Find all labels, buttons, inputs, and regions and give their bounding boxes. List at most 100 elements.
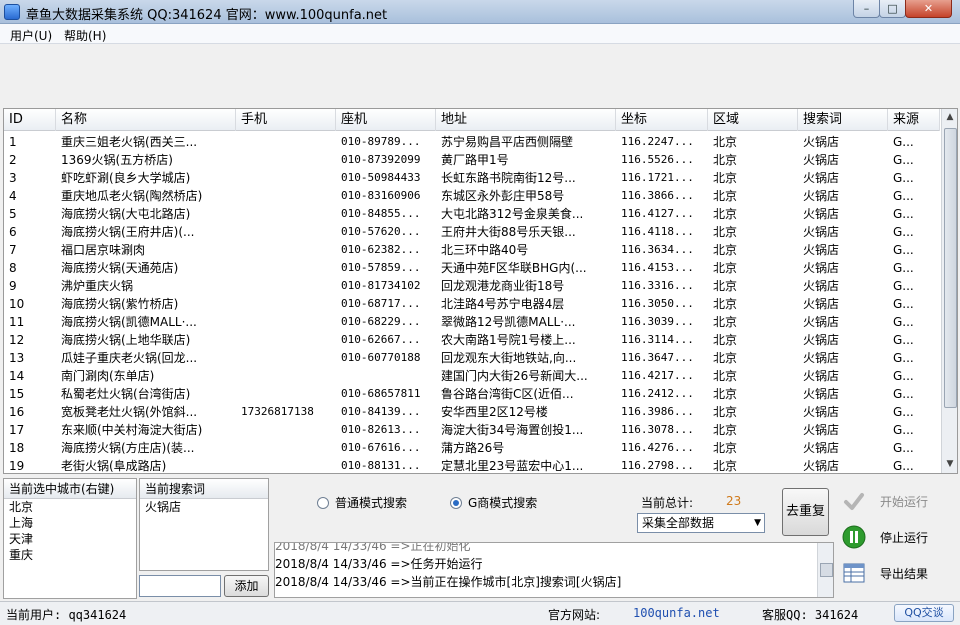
scroll-down-arrow-icon[interactable]: ▼ [942,456,957,473]
column-header[interactable]: 地址 [436,109,616,131]
close-button[interactable]: ✕ [905,0,952,18]
table-row[interactable]: 17 东来顺(中关村海淀大街店) 010-82613... 海淀大街34号海置创投1.… [4,421,940,439]
window-title: 章鱼大数据采集系统 QQ:341624 官网：www.100qunfa.net [26,8,388,23]
column-header[interactable]: 区域 [708,109,798,131]
table-cell: 116.4118... [621,225,694,238]
keyword-list-panel[interactable]: 当前搜索词 火锅店 [139,478,269,571]
table-cell: 火锅店 [803,369,840,383]
table-cell: 北三环中路40号 [441,243,529,257]
table-cell [236,421,336,439]
log-line-partial: 2018/8/4 14/33/46 =>正在初始化 [275,542,471,553]
table-row[interactable]: 4 重庆地瓜老火锅(陶然桥店) 010-83160906 东城区永外彭庄甲58号 116… [4,187,940,205]
scroll-up-arrow-icon[interactable]: ▲ [942,109,957,126]
table-cell: 北京 [713,315,738,329]
city-list-item[interactable]: 北京 [4,499,136,515]
city-list-item[interactable]: 天津 [4,531,136,547]
table-cell: 私蜀老灶火锅(台湾街店) [61,387,191,401]
total-value: 23 [726,494,742,508]
log-scroll-thumb[interactable] [820,563,833,577]
table-cell: 116.3634... [621,243,694,256]
column-header[interactable]: 座机 [336,109,436,131]
radio-g-dot[interactable] [450,496,462,509]
status-qq: 客服QQ: 341624 [762,608,859,622]
collect-mode-select[interactable]: 采集全部数据 ▼ [637,513,765,533]
column-header[interactable]: 来源 [888,109,940,131]
table-cell: 北京 [713,225,738,239]
keyword-list-item[interactable]: 火锅店 [140,499,268,515]
table-cell: 火锅店 [803,207,840,221]
table-row[interactable]: 8 海底捞火锅(天通苑店) 010-57859... 天通中苑F区华联BHG内(...… [4,259,940,277]
table-cell: 火锅店 [803,297,840,311]
table-scrollbar[interactable]: ▲ ▼ [941,109,957,473]
table-row[interactable]: 12 海底捞火锅(上地华联店) 010-62667... 农大南路1号院1号楼上...… [4,331,940,349]
table-cell: 010-81734102 [341,279,421,292]
city-list-item[interactable]: 上海 [4,515,136,531]
maximize-button[interactable]: □ [879,0,906,18]
table-cell: 116.4153... [621,261,694,274]
radio-normal-mode[interactable]: 普通模式搜索 [317,494,407,511]
table-row[interactable]: 9 沸炉重庆火锅 010-81734102 回龙观港龙商业街18号 116.3316..… [4,277,940,295]
export-results-button[interactable]: 导出结果 [842,560,952,586]
menu-user[interactable]: 用户(U) [10,27,52,44]
stop-run-button[interactable]: 停止运行 [842,524,952,550]
radio-normal-dot[interactable] [317,496,329,509]
column-header[interactable]: ID [4,109,56,131]
table-cell: 东城区永外彭庄甲58号 [441,189,565,203]
minimize-button[interactable]: – [853,0,880,18]
table-row[interactable]: 14 南门涮肉(东单店) 建国门内大街26号新闻大... 116.4217... 北京 火… [4,367,940,385]
table-row[interactable]: 7 福口居京味涮肉 010-62382... 北三环中路40号 116.3634... 北… [4,241,940,259]
table-cell: 4 [9,189,17,203]
column-header[interactable]: 手机 [236,109,336,131]
table-cell: 苏宁易购昌平店西侧隔壁 [441,135,574,149]
table-row[interactable]: 18 海底捞火锅(方庄店)(装... 010-67616... 蒲方路26号 116.4… [4,439,940,457]
table-cell: 010-87392099 [341,153,421,166]
table-cell [236,241,336,259]
radio-g-label: G商模式搜索 [468,496,538,510]
table-cell: 116.4276... [621,441,694,454]
log-line: 2018/8/4 14/33/46 =>任务开始运行 [275,557,483,571]
scroll-thumb[interactable] [944,128,957,408]
column-header[interactable]: 坐标 [616,109,708,131]
table-cell [236,457,336,473]
city-list-item[interactable]: 重庆 [4,547,136,563]
table-row[interactable]: 15 私蜀老灶火锅(台湾街店) 010-68657811 鲁谷路台湾街C区(近佰...… [4,385,940,403]
table-cell: 116.3039... [621,315,694,328]
log-scrollbar[interactable] [817,543,833,597]
table-row[interactable]: 6 海底捞火锅(王府井店)(... 010-57620... 王府井大街88号乐天银.… [4,223,940,241]
table-cell: 大屯北路312号金泉美食... [441,207,584,221]
dropdown-arrow-icon[interactable]: ▼ [754,514,761,532]
table-row[interactable]: 19 老街火锅(阜成路店) 010-88131... 定慧北里23号蓝宏中心1... 1… [4,457,940,473]
table-row[interactable]: 2 1369火锅(五方桥店) 010-87392099 黄厂路甲1号 116.5526.… [4,151,940,169]
qq-chat-button[interactable]: QQ交谈 [894,604,954,622]
keyword-input[interactable] [139,575,221,597]
table-row[interactable]: 13 瓜娃子重庆老火锅(回龙... 010-60770188 回龙观东大街地铁站,向.… [4,349,940,367]
results-table[interactable]: ID 名称 手机 座机 地址 坐标 区域 搜索词 来源 1 重庆三姐老火锅(西关三... 010-8… [3,108,958,474]
start-run-label: 开始运行 [880,494,929,509]
table-cell: G... [893,171,914,185]
menu-bar: 用户(U) 帮助(H) [0,24,960,44]
table-cell: 海底捞火锅(大屯北路店) [61,207,191,221]
column-header[interactable]: 搜索词 [798,109,888,131]
status-site-link[interactable]: 100qunfa.net [633,606,720,620]
dedup-button[interactable]: 去重复 [782,488,829,536]
table-cell: 7 [9,243,17,257]
radio-g-mode[interactable]: G商模式搜索 [450,494,537,511]
table-row[interactable]: 1 重庆三姐老火锅(西关三... 010-89789... 苏宁易购昌平店西侧隔壁 11… [4,133,940,151]
table-cell: 116.3316... [621,279,694,292]
table-cell: 北洼路4号苏宁电器4层 [441,297,565,311]
table-cell [236,313,336,331]
table-cell: 1369火锅(五方桥店) [61,153,173,167]
menu-help[interactable]: 帮助(H) [64,27,106,44]
keyword-list-header: 当前搜索词 [140,479,268,499]
table-cell: 11 [9,315,25,329]
table-row[interactable]: 10 海底捞火锅(紫竹桥店) 010-68717... 北洼路4号苏宁电器4层 116.… [4,295,940,313]
table-row[interactable]: 3 虾吃虾涮(良乡大学城店) 010-50984433 长虹东路书院南街12号... 1… [4,169,940,187]
column-header[interactable]: 名称 [56,109,236,131]
table-row[interactable]: 11 海底捞火锅(凯德MALL·... 010-68229... 翠微路12号凯德MA… [4,313,940,331]
table-row[interactable]: 5 海底捞火锅(大屯北路店) 010-84855... 大屯北路312号金泉美食...… [4,205,940,223]
table-cell: 火锅店 [803,351,840,365]
city-list-panel[interactable]: 当前选中城市(右键) 北京 上海 天津 重庆 [3,478,137,599]
table-row[interactable]: 16 宽板凳老灶火锅(外馆斜... 17326817138 010-84139... 安… [4,403,940,421]
add-keyword-button[interactable]: 添加 [224,575,269,597]
start-run-button[interactable]: 开始运行 [842,488,952,514]
